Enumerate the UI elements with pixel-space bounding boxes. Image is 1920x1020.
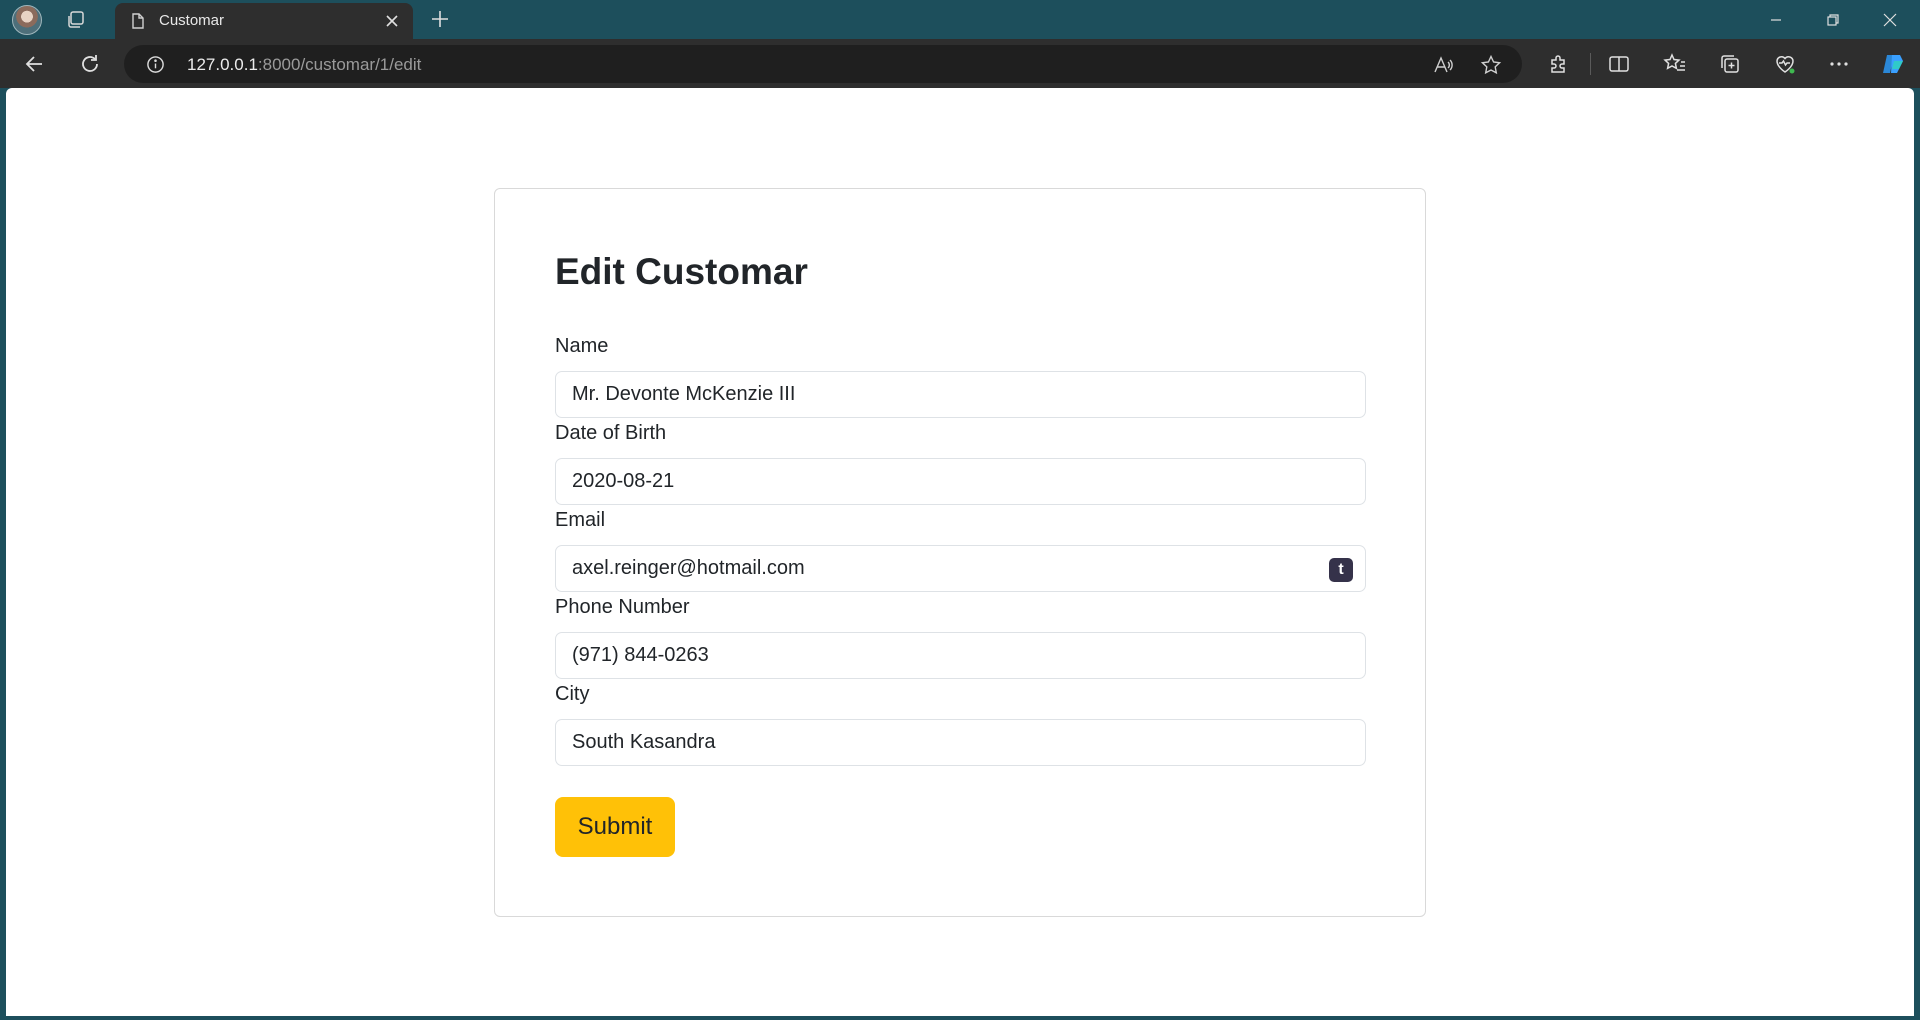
- tab-title: Customar: [159, 12, 225, 29]
- dob-input[interactable]: [556, 459, 1365, 504]
- toolbar-separator: [1590, 53, 1591, 75]
- restore-icon[interactable]: [1820, 7, 1846, 33]
- dob-label: Date of Birth: [555, 422, 667, 444]
- name-input[interactable]: [556, 372, 1365, 417]
- city-input[interactable]: [556, 720, 1365, 765]
- close-window-icon[interactable]: [1877, 7, 1903, 33]
- minimize-icon[interactable]: [1763, 7, 1789, 33]
- dob-field[interactable]: [555, 458, 1366, 505]
- read-aloud-icon[interactable]: [1432, 54, 1454, 76]
- more-options-icon[interactable]: [1826, 51, 1852, 77]
- name-label: Name: [555, 335, 609, 357]
- email-input[interactable]: [556, 546, 1365, 591]
- submit-button[interactable]: Submit: [555, 797, 675, 857]
- city-label: City: [555, 683, 590, 705]
- profile-avatar[interactable]: [12, 5, 42, 35]
- email-field[interactable]: t: [555, 545, 1366, 592]
- refresh-icon[interactable]: [77, 51, 103, 77]
- tab-strip: Customar: [0, 0, 1920, 39]
- email-label: Email: [555, 509, 606, 531]
- tab-customar[interactable]: Customar: [115, 3, 413, 39]
- address-bar[interactable]: 127.0.0.1:8000/customar/1/edit: [124, 45, 1522, 83]
- copilot-icon[interactable]: [1880, 51, 1906, 77]
- new-tab-icon[interactable]: [428, 7, 452, 31]
- browser-essentials-icon[interactable]: [1772, 51, 1798, 77]
- collections-icon[interactable]: [1717, 51, 1743, 77]
- phone-label: Phone Number: [555, 596, 690, 618]
- name-field[interactable]: [555, 371, 1366, 418]
- favorites-icon[interactable]: [1662, 51, 1688, 77]
- back-icon[interactable]: [22, 51, 48, 77]
- url-path: :8000/customar/1/edit: [257, 55, 422, 74]
- browser-toolbar: 127.0.0.1:8000/customar/1/edit: [0, 39, 1920, 88]
- url-host: 127.0.0.1: [187, 55, 258, 74]
- site-info-icon[interactable]: [146, 55, 165, 74]
- page-viewport: Edit Customar Name Date of Birth Email t…: [6, 88, 1914, 1016]
- url-text[interactable]: 127.0.0.1:8000/customar/1/edit: [187, 55, 421, 75]
- extensions-icon[interactable]: [1546, 51, 1572, 77]
- split-screen-icon[interactable]: [1606, 51, 1632, 77]
- close-tab-icon[interactable]: [383, 12, 401, 30]
- city-field[interactable]: [555, 719, 1366, 766]
- phone-input[interactable]: [556, 633, 1365, 678]
- tab-actions-icon[interactable]: [64, 8, 88, 32]
- edit-customar-card: Edit Customar Name Date of Birth Email t…: [494, 188, 1426, 917]
- phone-field[interactable]: [555, 632, 1366, 679]
- favorite-star-icon[interactable]: [1480, 54, 1502, 76]
- page-icon: [132, 13, 144, 29]
- page-title: Edit Customar: [555, 251, 808, 292]
- autofill-extension-icon[interactable]: t: [1329, 558, 1353, 582]
